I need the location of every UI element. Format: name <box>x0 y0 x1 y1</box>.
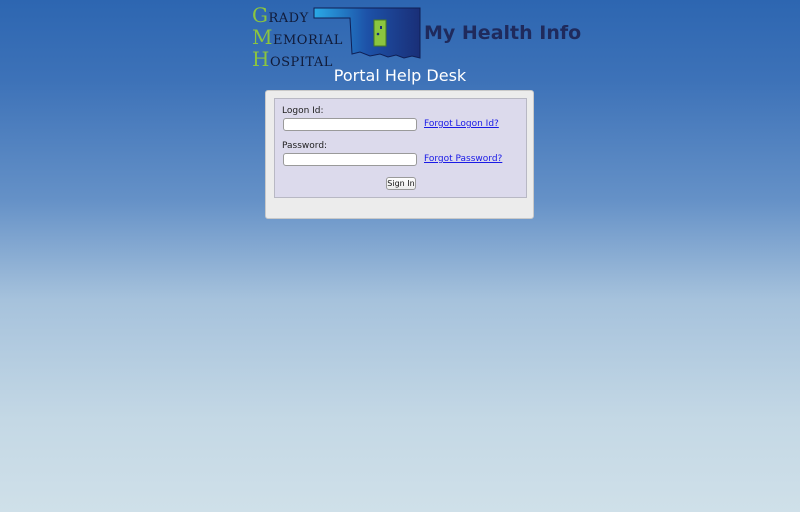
logo-initial-g: G <box>252 3 269 27</box>
logon-id-label: Logon Id: <box>282 106 324 116</box>
forgot-password-link[interactable]: Forgot Password? <box>424 154 502 164</box>
logon-id-input[interactable] <box>283 118 417 131</box>
sign-in-button[interactable]: Sign In <box>386 177 416 190</box>
logo-text-grady: RADY <box>268 11 309 26</box>
hospital-logo: GRADY MEMORIAL HOSPITAL My Health Info <box>252 3 581 70</box>
login-form: Logon Id: Forgot Logon Id? Password: For… <box>274 98 527 198</box>
forgot-logon-id-link[interactable]: Forgot Logon Id? <box>424 119 499 129</box>
logo-initial-m: M <box>252 25 273 49</box>
page-title: Portal Help Desk <box>333 66 467 85</box>
password-label: Password: <box>282 141 328 151</box>
login-panel: Logon Id: Forgot Logon Id? Password: For… <box>265 90 534 219</box>
password-input[interactable] <box>283 153 417 166</box>
brand-title: My Health Info <box>424 22 582 44</box>
oklahoma-state-map-icon <box>313 7 421 59</box>
